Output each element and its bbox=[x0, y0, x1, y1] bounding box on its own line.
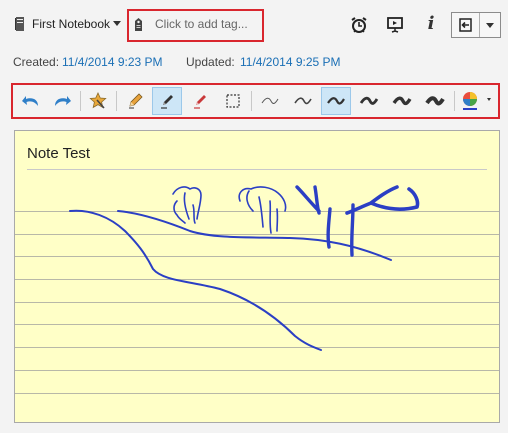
created-label: Created: bbox=[13, 55, 60, 69]
lasso-select-button[interactable] bbox=[218, 87, 248, 115]
stroke-width-2-icon bbox=[294, 97, 312, 105]
color-picker-button[interactable] bbox=[458, 87, 498, 115]
highlight-button[interactable] bbox=[83, 87, 113, 115]
notebook-icon[interactable] bbox=[14, 16, 26, 32]
toolbar-separator bbox=[116, 91, 117, 111]
toolbar-separator bbox=[454, 91, 455, 111]
pen-button[interactable] bbox=[152, 87, 182, 115]
redo-button[interactable] bbox=[47, 87, 77, 115]
stroke-width-1-icon bbox=[261, 97, 279, 104]
stroke-width-6-button[interactable] bbox=[420, 87, 450, 115]
updated-date[interactable]: 11/4/2014 9:25 PM bbox=[240, 55, 341, 69]
stroke-width-1-button[interactable] bbox=[255, 87, 285, 115]
highlight-star-icon bbox=[89, 92, 107, 109]
tag-icon bbox=[133, 17, 144, 32]
note-info-button[interactable]: i bbox=[420, 12, 442, 34]
undo-button[interactable] bbox=[16, 87, 46, 115]
undo-icon bbox=[22, 96, 38, 106]
pen-icon bbox=[161, 95, 173, 109]
stroke-width-5-button[interactable] bbox=[387, 87, 417, 115]
stroke-width-6-icon bbox=[425, 96, 445, 106]
selection-icon bbox=[226, 94, 240, 108]
toolbar-separator bbox=[80, 91, 81, 111]
pencil-button[interactable] bbox=[120, 87, 150, 115]
stroke-width-3-icon bbox=[327, 97, 345, 105]
redo-icon bbox=[55, 96, 71, 106]
share-divider bbox=[479, 13, 480, 37]
pencil-icon bbox=[129, 93, 143, 109]
stroke-width-3-button[interactable] bbox=[321, 87, 351, 115]
marker-button[interactable] bbox=[185, 87, 215, 115]
presentation-icon bbox=[387, 17, 403, 33]
presentation-button[interactable] bbox=[384, 14, 406, 36]
notebook-name[interactable]: First Notebook bbox=[32, 17, 110, 31]
note-canvas[interactable]: Note Test bbox=[14, 130, 500, 423]
created-date[interactable]: 11/4/2014 9:23 PM bbox=[62, 55, 163, 69]
updated-label: Updated: bbox=[186, 55, 235, 69]
info-icon: i bbox=[427, 12, 435, 34]
stroke-width-4-button[interactable] bbox=[354, 87, 384, 115]
color-picker-icon bbox=[463, 92, 491, 110]
ink-drawing bbox=[69, 185, 420, 351]
marker-icon bbox=[194, 95, 206, 109]
share-icon bbox=[459, 18, 472, 32]
toolbar-separator bbox=[251, 91, 252, 111]
stroke-width-2-button[interactable] bbox=[288, 87, 318, 115]
alarm-clock-icon bbox=[351, 17, 367, 33]
tag-input[interactable]: Click to add tag... bbox=[155, 17, 248, 31]
stroke-width-4-icon bbox=[359, 96, 379, 105]
share-dropdown-caret[interactable] bbox=[486, 23, 494, 28]
notebook-dropdown-caret[interactable] bbox=[113, 21, 121, 26]
reminder-button[interactable] bbox=[348, 14, 370, 36]
share-button[interactable] bbox=[451, 12, 501, 38]
stroke-width-5-icon bbox=[392, 96, 412, 106]
